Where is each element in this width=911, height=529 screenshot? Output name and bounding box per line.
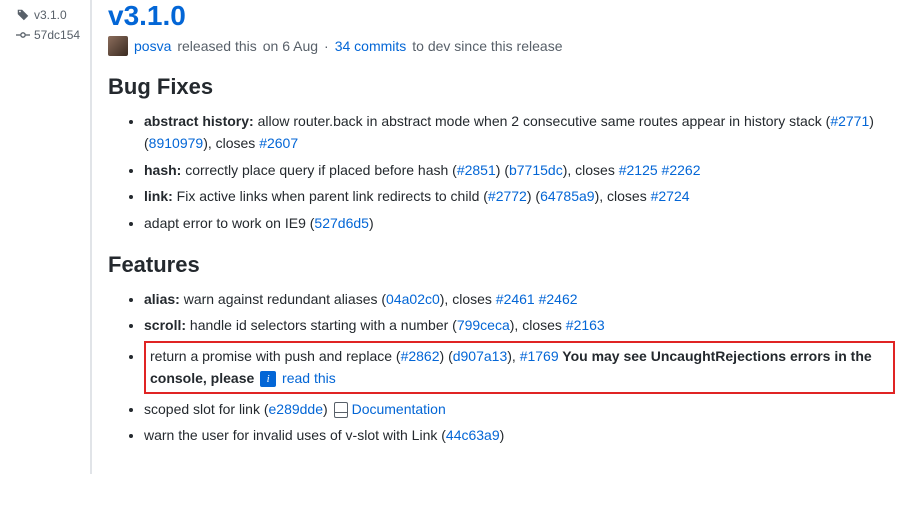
commit-link[interactable]: 799ceca: [457, 317, 510, 333]
commit-link[interactable]: 527d6d5: [314, 215, 369, 231]
commits-suffix: to dev since this release: [412, 38, 562, 54]
commit-link[interactable]: 04a02c0: [386, 291, 440, 307]
release-title-link[interactable]: v3.1.0: [108, 0, 186, 31]
tag-icon: [16, 8, 30, 22]
issue-link[interactable]: #2851: [457, 162, 496, 178]
release-title: v3.1.0: [108, 0, 895, 32]
book-icon: [334, 402, 348, 418]
list-item: warn the user for invalid uses of v-slot…: [144, 424, 895, 446]
release-sidebar: v3.1.0 57dc154: [0, 0, 90, 474]
highlighted-item: return a promise with push and replace (…: [144, 341, 895, 394]
tag-version-link[interactable]: v3.1.0: [34, 8, 67, 22]
commit-link[interactable]: 8910979: [149, 135, 204, 151]
issue-link[interactable]: #1769: [520, 348, 559, 364]
commit-link[interactable]: d907a13: [453, 348, 508, 364]
list-item: abstract history: allow router.back in a…: [144, 110, 895, 155]
release-meta: posva released this on 6 Aug · 34 commit…: [108, 36, 895, 56]
bug-fixes-list: abstract history: allow router.back in a…: [108, 110, 895, 234]
issue-link[interactable]: #2772: [488, 188, 527, 204]
issue-link[interactable]: #2163: [566, 317, 605, 333]
list-item: hash: correctly place query if placed be…: [144, 159, 895, 181]
issue-link[interactable]: #2262: [662, 162, 701, 178]
info-icon: i: [260, 371, 276, 387]
list-item: scroll: handle id selectors starting wit…: [144, 314, 895, 336]
commit-icon: [16, 28, 30, 42]
commit-sha-link[interactable]: 57dc154: [34, 28, 80, 42]
features-heading: Features: [108, 252, 895, 278]
commit-row: 57dc154: [16, 28, 82, 42]
released-date: on 6 Aug: [263, 38, 318, 54]
list-item: scoped slot for link (e289dde) Documenta…: [144, 398, 895, 420]
bug-fixes-heading: Bug Fixes: [108, 74, 895, 100]
author-link[interactable]: posva: [134, 38, 171, 54]
commits-link[interactable]: 34 commits: [335, 38, 407, 54]
issue-link[interactable]: #2862: [401, 348, 440, 364]
released-verb: released this: [177, 38, 256, 54]
commit-link[interactable]: b7715dc: [509, 162, 563, 178]
list-item: adapt error to work on IE9 (527d6d5): [144, 212, 895, 234]
list-item: alias: warn against redundant aliases (0…: [144, 288, 895, 310]
issue-link[interactable]: #2462: [539, 291, 578, 307]
issue-link[interactable]: #2607: [259, 135, 298, 151]
commit-link[interactable]: 64785a9: [540, 188, 595, 204]
issue-link[interactable]: #2125: [619, 162, 658, 178]
features-list: alias: warn against redundant aliases (0…: [108, 288, 895, 446]
avatar: [108, 36, 128, 56]
release-body: v3.1.0 posva released this on 6 Aug · 34…: [90, 0, 911, 474]
issue-link[interactable]: #2724: [651, 188, 690, 204]
issue-link[interactable]: #2461: [496, 291, 535, 307]
read-this-link[interactable]: read this: [278, 370, 336, 386]
documentation-link[interactable]: Documentation: [352, 401, 446, 417]
commit-link[interactable]: e289dde: [269, 401, 324, 417]
issue-link[interactable]: #2771: [830, 113, 869, 129]
tag-row: v3.1.0: [16, 8, 82, 22]
commit-link[interactable]: 44c63a9: [446, 427, 500, 443]
list-item: link: Fix active links when parent link …: [144, 185, 895, 207]
